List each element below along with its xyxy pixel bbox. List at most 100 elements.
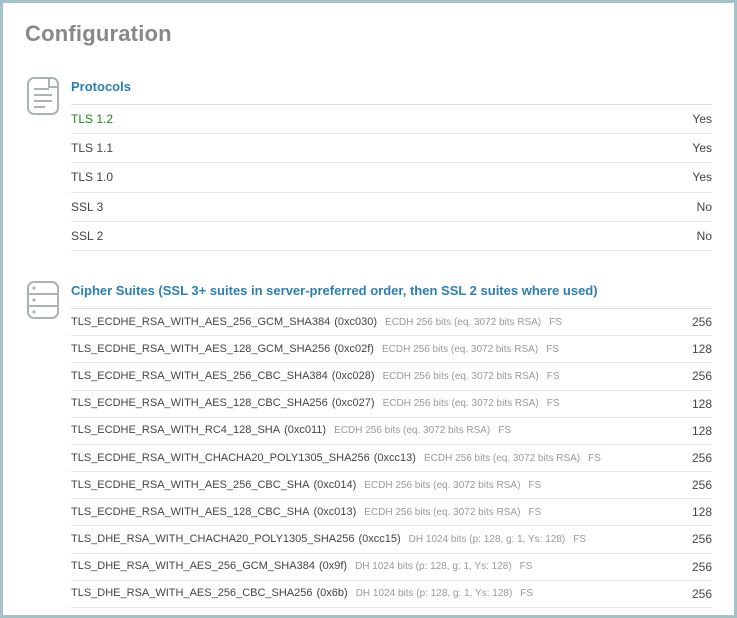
- cipher-row-left: TLS_DHE_RSA_WITH_CHACHA20_POLY1305_SHA25…: [71, 532, 586, 547]
- cipher-row-left: TLS_DHE_RSA_WITH_AES_256_CBC_SHA256(0x6b…: [71, 586, 533, 601]
- page-title: Configuration: [25, 21, 712, 47]
- cipher-name: TLS_DHE_RSA_WITH_AES_256_CBC_SHA256: [71, 586, 313, 601]
- cipher-meta: ECDH 256 bits (eq. 3072 bits RSA): [326, 424, 490, 438]
- cipher-bits: 128: [692, 341, 712, 357]
- cipher-fs: FS: [539, 397, 560, 411]
- protocol-name: SSL 2: [71, 228, 103, 244]
- cipher-meta: ECDH 256 bits (eq. 3072 bits RSA): [356, 506, 520, 520]
- protocol-row: SSL 2 No: [71, 222, 712, 251]
- cipher-row: TLS_DHE_RSA_WITH_AES_256_CBC_SHA(0x39)DH…: [71, 608, 712, 618]
- cipher-row: TLS_DHE_RSA_WITH_CHACHA20_POLY1305_SHA25…: [71, 526, 712, 553]
- cipher-row: TLS_ECDHE_RSA_WITH_CHACHA20_POLY1305_SHA…: [71, 445, 712, 472]
- cipher-name: TLS_ECDHE_RSA_WITH_AES_256_GCM_SHA384: [71, 315, 330, 330]
- protocol-value: No: [697, 228, 712, 244]
- cipher-meta: ECDH 256 bits (eq. 3072 bits RSA): [375, 397, 539, 411]
- cipher-content: Cipher Suites (SSL 3+ suites in server-p…: [71, 279, 712, 618]
- cipher-row-left: TLS_ECDHE_RSA_WITH_AES_256_CBC_SHA384(0x…: [71, 369, 560, 384]
- server-icon: [25, 279, 71, 321]
- cipher-bits: 256: [692, 531, 712, 547]
- cipher-row-left: TLS_ECDHE_RSA_WITH_AES_128_GCM_SHA256(0x…: [71, 342, 559, 357]
- cipher-fs: FS: [580, 452, 601, 466]
- cipher-meta: ECDH 256 bits (eq. 3072 bits RSA): [375, 370, 539, 384]
- protocol-row: TLS 1.0 Yes: [71, 163, 712, 192]
- cipher-name: TLS_ECDHE_RSA_WITH_RC4_128_SHA: [71, 423, 280, 438]
- cipher-fs: FS: [565, 533, 586, 547]
- cipher-bits: 256: [692, 559, 712, 575]
- cipher-name: TLS_DHE_RSA_WITH_CHACHA20_POLY1305_SHA25…: [71, 532, 354, 547]
- protocol-row: SSL 3 No: [71, 193, 712, 222]
- cipher-code: (0x9f): [315, 559, 347, 574]
- cipher-row: TLS_ECDHE_RSA_WITH_AES_128_CBC_SHA(0xc01…: [71, 499, 712, 526]
- cipher-code: (0xc027): [328, 396, 375, 411]
- cipher-bits: 256: [692, 450, 712, 466]
- protocol-value: Yes: [692, 169, 712, 185]
- cipher-row-left: TLS_DHE_RSA_WITH_AES_256_GCM_SHA384(0x9f…: [71, 559, 532, 574]
- cipher-fs: FS: [520, 479, 541, 493]
- cipher-meta: ECDH 256 bits (eq. 3072 bits RSA): [374, 343, 538, 357]
- cipher-code: (0xcc13): [370, 451, 416, 466]
- cipher-name: TLS_DHE_RSA_WITH_AES_256_CBC_SHA: [71, 614, 294, 618]
- cipher-row-left: TLS_ECDHE_RSA_WITH_AES_128_CBC_SHA256(0x…: [71, 396, 560, 411]
- cipher-bits: 256: [692, 586, 712, 602]
- cipher-name: TLS_ECDHE_RSA_WITH_CHACHA20_POLY1305_SHA…: [71, 451, 370, 466]
- cipher-name: TLS_ECDHE_RSA_WITH_AES_256_CBC_SHA: [71, 478, 309, 493]
- protocol-name: TLS 1.2: [71, 111, 113, 127]
- cipher-row: TLS_ECDHE_RSA_WITH_RC4_128_SHA(0xc011)EC…: [71, 418, 712, 445]
- cipher-section: Cipher Suites (SSL 3+ suites in server-p…: [25, 279, 712, 618]
- cipher-bits: 128: [692, 396, 712, 412]
- cipher-row-left: TLS_ECDHE_RSA_WITH_RC4_128_SHA(0xc011)EC…: [71, 423, 511, 438]
- cipher-meta: ECDH 256 bits (eq. 3072 bits RSA): [416, 452, 580, 466]
- cipher-fs: FS: [538, 343, 559, 357]
- cipher-row-left: TLS_ECDHE_RSA_WITH_AES_128_CBC_SHA(0xc01…: [71, 505, 541, 520]
- cipher-fs: FS: [520, 506, 541, 520]
- protocols-heading: Protocols: [71, 75, 712, 105]
- cipher-code: (0xc014): [309, 478, 356, 493]
- cipher-meta: ECDH 256 bits (eq. 3072 bits RSA): [377, 316, 541, 330]
- cipher-bits: 256: [692, 477, 712, 493]
- cipher-code: (0xc02f): [330, 342, 374, 357]
- protocol-row: TLS 1.1 Yes: [71, 134, 712, 163]
- cipher-name: TLS_ECDHE_RSA_WITH_AES_128_GCM_SHA256: [71, 342, 330, 357]
- protocol-value: Yes: [692, 111, 712, 127]
- protocols-content: Protocols TLS 1.2 Yes TLS 1.1 Yes TLS 1.0 Yes…: [71, 75, 712, 251]
- cipher-code: (0xc030): [330, 315, 377, 330]
- cipher-code: (0xc028): [328, 369, 375, 384]
- cipher-name: TLS_ECDHE_RSA_WITH_AES_128_CBC_SHA: [71, 505, 309, 520]
- cipher-meta: DH 1024 bits (p: 128, g: 1, Ys: 128): [401, 533, 566, 547]
- cipher-bits: 256: [692, 314, 712, 330]
- protocol-row: TLS 1.2 Yes: [71, 105, 712, 134]
- cipher-code: (0x39): [294, 614, 329, 618]
- cipher-row: TLS_ECDHE_RSA_WITH_AES_256_CBC_SHA(0xc01…: [71, 472, 712, 499]
- protocol-name: TLS 1.1: [71, 140, 113, 156]
- document-icon: [25, 75, 71, 117]
- protocols-section: Protocols TLS 1.2 Yes TLS 1.1 Yes TLS 1.0 Yes…: [25, 75, 712, 251]
- protocol-name: TLS 1.0: [71, 169, 113, 185]
- cipher-code: (0xc013): [309, 505, 356, 520]
- cipher-fs: FS: [512, 560, 533, 574]
- cipher-code: (0xc011): [280, 423, 326, 438]
- cipher-row: TLS_ECDHE_RSA_WITH_AES_128_CBC_SHA256(0x…: [71, 391, 712, 418]
- cipher-fs: FS: [512, 587, 533, 601]
- cipher-row: TLS_DHE_RSA_WITH_AES_256_GCM_SHA384(0x9f…: [71, 554, 712, 581]
- cipher-bits: 128: [692, 423, 712, 439]
- configuration-panel: Configuration Protocols TLS 1.2YesTLS 1.…: [0, 0, 737, 618]
- cipher-heading: Cipher Suites (SSL 3+ suites in server-p…: [71, 279, 712, 309]
- cipher-fs: FS: [490, 424, 511, 438]
- protocol-value: Yes: [692, 140, 712, 156]
- cipher-row: TLS_ECDHE_RSA_WITH_AES_256_GCM_SHA384(0x…: [71, 309, 712, 336]
- cipher-bits: 128: [692, 504, 712, 520]
- cipher-row: TLS_ECDHE_RSA_WITH_AES_256_CBC_SHA384(0x…: [71, 363, 712, 390]
- cipher-row-left: TLS_ECDHE_RSA_WITH_CHACHA20_POLY1305_SHA…: [71, 451, 601, 466]
- protocol-name: SSL 3: [71, 199, 103, 215]
- cipher-row: TLS_ECDHE_RSA_WITH_AES_128_GCM_SHA256(0x…: [71, 336, 712, 363]
- cipher-row-left: TLS_DHE_RSA_WITH_AES_256_CBC_SHA(0x39)DH…: [71, 614, 515, 618]
- cipher-meta: ECDH 256 bits (eq. 3072 bits RSA): [356, 479, 520, 493]
- cipher-bits: 256: [692, 368, 712, 384]
- cipher-name: TLS_ECDHE_RSA_WITH_AES_256_CBC_SHA384: [71, 369, 328, 384]
- cipher-code: (0x6b): [313, 586, 348, 601]
- protocol-value: No: [697, 199, 712, 215]
- cipher-fs: FS: [541, 316, 562, 330]
- cipher-meta: DH 1024 bits (p: 128, g: 1, Ys: 128): [347, 560, 512, 574]
- cipher-row: TLS_DHE_RSA_WITH_AES_256_CBC_SHA256(0x6b…: [71, 581, 712, 608]
- cipher-name: TLS_ECDHE_RSA_WITH_AES_128_CBC_SHA256: [71, 396, 328, 411]
